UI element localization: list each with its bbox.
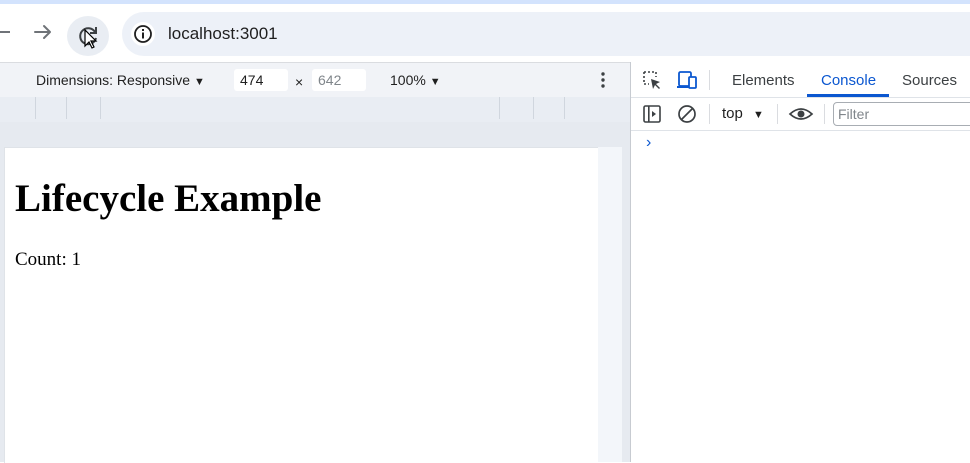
url-text: localhost:3001 — [168, 24, 278, 43]
more-options-icon[interactable] — [598, 71, 608, 89]
reload-icon — [79, 27, 98, 49]
toolbar-separator — [777, 104, 778, 124]
height-input[interactable]: 642 — [312, 69, 366, 91]
times-sign: × — [295, 74, 304, 90]
ruler-tick — [35, 97, 36, 119]
inspect-element-icon[interactable] — [641, 69, 663, 91]
active-tab-indicator — [807, 94, 889, 97]
width-input[interactable]: 474 — [234, 69, 288, 91]
forward-icon[interactable] — [30, 18, 56, 46]
caret-down-icon: ▼ — [193, 76, 205, 88]
caret-down-icon: ▼ — [753, 109, 764, 121]
browser-toolbar: localhost:3001 — [0, 4, 970, 62]
zoom-label: 100% — [390, 72, 426, 88]
context-label: top — [722, 105, 743, 122]
count-text: Count: 1 — [15, 249, 81, 270]
live-expression-eye-icon[interactable] — [788, 103, 814, 125]
toolbar-separator — [824, 104, 825, 124]
clear-console-icon[interactable] — [676, 103, 698, 125]
console-prompt-icon[interactable]: › — [646, 134, 651, 152]
toolbar-separator — [709, 104, 710, 124]
devtools-tabbar: Elements Console Sources — [631, 62, 970, 98]
address-bar[interactable]: localhost:3001 — [122, 12, 970, 56]
media-query-ruler[interactable] — [0, 97, 630, 123]
caret-down-icon: ▼ — [429, 76, 441, 88]
filter-input[interactable]: Filter — [833, 102, 970, 126]
zoom-dropdown[interactable]: 100% ▼ — [390, 72, 441, 88]
tab-sources[interactable]: Sources — [902, 72, 957, 89]
page-viewport: Lifecycle Example Count: 1 — [4, 147, 599, 463]
ruler-tick — [533, 97, 534, 119]
tab-console[interactable]: Console — [821, 72, 876, 89]
console-toolbar: top ▼ Filter — [631, 98, 970, 131]
dimensions-label: Dimensions: Responsive — [36, 72, 191, 88]
resize-handle[interactable] — [598, 147, 622, 462]
tab-elements[interactable]: Elements — [732, 72, 795, 89]
tab-separator — [709, 70, 710, 90]
reload-button[interactable] — [67, 16, 109, 56]
devtools-panel: Elements Console Sources top ▼ Filter › — [630, 62, 970, 462]
page-heading: Lifecycle Example — [15, 177, 322, 220]
ruler-tick — [499, 97, 500, 119]
site-info-icon[interactable] — [131, 22, 155, 46]
sidebar-toggle-icon[interactable] — [641, 103, 663, 125]
device-toolbar: Dimensions: Responsive ▼ 474 × 642 100% … — [0, 62, 630, 97]
ruler-tick — [564, 97, 565, 119]
back-icon[interactable] — [0, 18, 18, 46]
ruler-tick — [100, 97, 101, 119]
context-selector[interactable]: top ▼ — [722, 105, 764, 122]
ruler-tick — [66, 97, 67, 119]
device-toggle-icon[interactable] — [676, 69, 698, 91]
dimensions-dropdown[interactable]: Dimensions: Responsive ▼ — [36, 72, 205, 88]
